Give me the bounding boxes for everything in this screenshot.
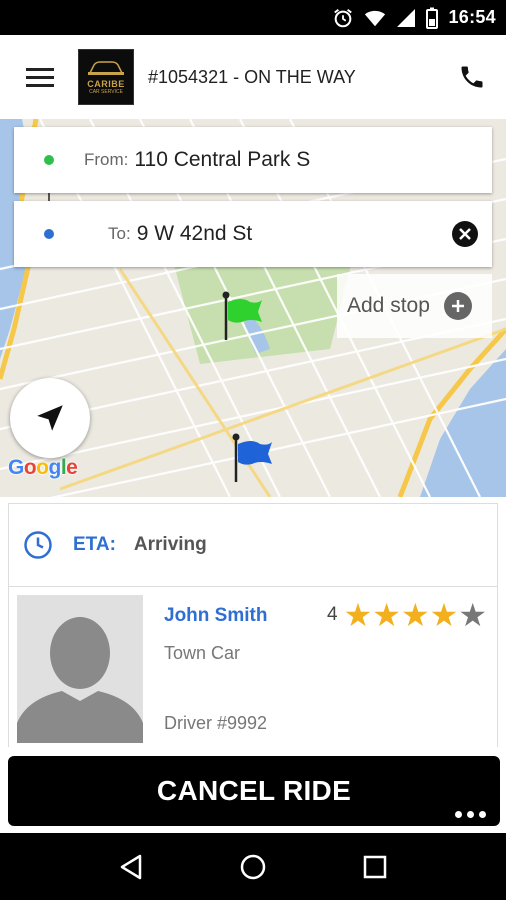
star-icon: ★ [372, 596, 401, 634]
logo-subtitle: CAR SERVICE [89, 89, 123, 95]
driver-number: Driver #9992 [164, 713, 268, 733]
brand-logo: CARIBE CAR SERVICE [78, 49, 134, 105]
recents-button[interactable] [350, 842, 400, 892]
rating-value: 4 [327, 604, 338, 625]
status-bar: 16:54 [0, 0, 506, 35]
pickup-address: 110 Central Park S [134, 148, 311, 171]
to-label: To: [108, 224, 131, 243]
signal-icon [397, 8, 416, 27]
system-nav-bar [0, 834, 506, 900]
pickup-flag-icon [222, 291, 262, 340]
menu-button[interactable] [8, 35, 72, 119]
driver-rating: 4 ★ ★ ★ ★ ★ [327, 597, 487, 633]
star-icon: ★ [429, 596, 459, 634]
my-location-button[interactable] [10, 378, 90, 458]
pickup-dot [44, 155, 54, 165]
driver-name: John Smith [164, 605, 268, 626]
dropoff-address: 9 W 42nd St [136, 222, 253, 245]
close-icon [459, 228, 471, 240]
call-driver-button[interactable] [442, 35, 502, 119]
star-icon: ★ [400, 596, 430, 634]
recents-icon [363, 855, 387, 879]
alarm-icon [334, 8, 353, 27]
driver-card[interactable]: John Smith Town Car Driver #9992 4 ★ ★ ★… [8, 587, 498, 747]
cancel-ride-label: CANCEL RIDE [156, 775, 352, 806]
eta-label: ETA: [73, 534, 116, 555]
star-icon: ★ [343, 596, 373, 634]
clock: 16:54 [448, 7, 496, 27]
phone-icon [461, 66, 483, 88]
clear-destination-button[interactable] [452, 221, 478, 247]
battery-icon [426, 7, 439, 29]
hamburger-icon [26, 68, 54, 87]
eta-value: Arriving [133, 534, 207, 555]
plus-icon [443, 292, 472, 320]
person-silhouette-icon [17, 595, 143, 743]
more-options-button[interactable] [455, 811, 486, 818]
pickup-address-card[interactable]: From: 110 Central Park S [14, 127, 492, 193]
star-empty-icon: ★ [458, 596, 488, 634]
home-icon [240, 854, 266, 880]
back-button[interactable] [106, 842, 156, 892]
back-icon [120, 854, 142, 880]
driver-vehicle: Town Car [164, 643, 241, 663]
navigation-arrow-icon [37, 405, 63, 431]
wifi-icon [365, 10, 386, 26]
dropoff-dot [44, 229, 54, 239]
eta-row: ETA: Arriving [8, 503, 498, 587]
from-label: From: [84, 150, 129, 169]
dot [467, 811, 474, 818]
ride-status-title: #1054321 - ON THE WAY [148, 66, 356, 87]
logo-word: CARIBE [87, 79, 125, 89]
car-icon [88, 61, 124, 75]
cancel-ride-button[interactable]: CANCEL RIDE [8, 756, 500, 826]
app-bar: CARIBE CAR SERVICE #1054321 - ON THE WAY [0, 35, 506, 119]
google-logo: Google [8, 456, 78, 479]
add-stop-label: Add stop [347, 294, 430, 317]
home-button[interactable] [228, 842, 278, 892]
dropoff-address-card[interactable]: To: 9 W 42nd St [14, 201, 492, 267]
add-stop-button[interactable]: Add stop [337, 274, 492, 338]
driver-avatar [17, 595, 143, 743]
dot [455, 811, 462, 818]
dot [479, 811, 486, 818]
clock-icon [24, 531, 52, 559]
dropoff-flag-icon [232, 433, 272, 482]
